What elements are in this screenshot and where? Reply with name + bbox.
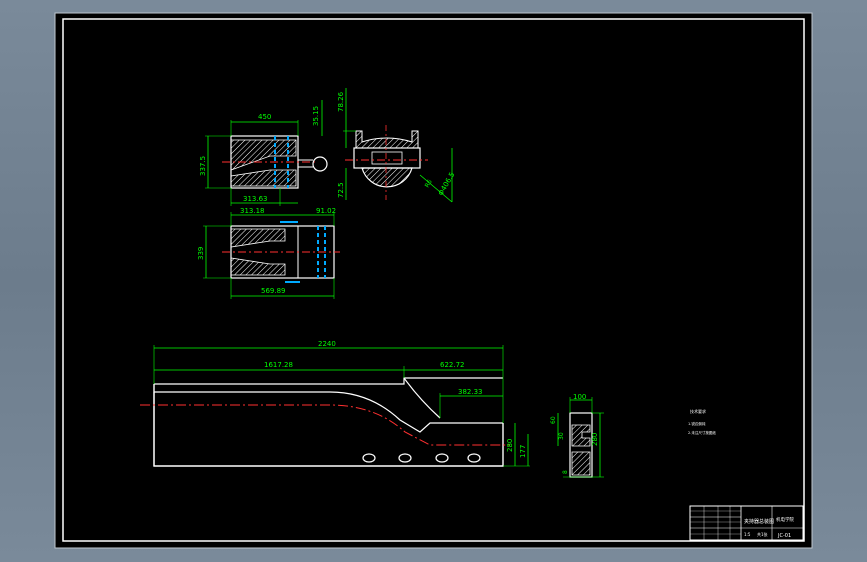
dim-bottom-height: 339 bbox=[197, 247, 205, 260]
title-block-scale: 1:5 bbox=[744, 532, 751, 537]
dim-front-height: 337.5 bbox=[199, 156, 207, 176]
dim-section-left-b: 30 bbox=[558, 432, 565, 440]
sheet-background bbox=[54, 12, 813, 549]
notes-title: 技术要求 bbox=[690, 408, 706, 414]
title-block-sub: 机电学院 bbox=[776, 516, 794, 523]
dim-side-top: 78.26 bbox=[337, 91, 345, 112]
dim-bottom-length: 569.89 bbox=[261, 287, 286, 295]
dim-section-right: 280 bbox=[591, 433, 599, 446]
dim-main-right: 622.72 bbox=[440, 361, 465, 369]
dim-section-left-a: 60 bbox=[550, 416, 557, 424]
notes-line-1: 1.锐边倒钝 bbox=[688, 421, 706, 426]
dim-bottom-a: 313.18 bbox=[240, 207, 265, 215]
title-block-sheet: 共1张 bbox=[757, 531, 768, 537]
dim-main-step: 382.33 bbox=[458, 388, 483, 396]
dim-front-top-offset: 35.15 bbox=[312, 106, 320, 126]
dim-side-bottom: 72.5 bbox=[337, 182, 345, 198]
cad-viewport: 450 337.5 35.15 313.63 78.26 72.5 Φ406.5… bbox=[0, 0, 867, 562]
dim-front-width: 450 bbox=[258, 113, 271, 121]
dim-bottom-b: 91.02 bbox=[316, 207, 336, 215]
title-block-number: JC-01 bbox=[777, 533, 791, 539]
dim-section-bottom: 8 bbox=[562, 470, 569, 474]
dim-main-height-a: 280 bbox=[506, 439, 514, 452]
title-block-name: 夹持器总装图 bbox=[744, 518, 774, 525]
dim-main-left: 1617.28 bbox=[264, 361, 293, 369]
drawing-sheet: 450 337.5 35.15 313.63 78.26 72.5 Φ406.5… bbox=[54, 12, 813, 549]
dim-main-overall: 2240 bbox=[318, 340, 336, 348]
notes-line-2: 2.未注尺寸按图纸 bbox=[688, 430, 716, 435]
dim-main-height-b: 177 bbox=[519, 445, 527, 458]
dim-front-bottom: 313.63 bbox=[243, 195, 268, 203]
dim-section-top: 100 bbox=[573, 393, 586, 401]
